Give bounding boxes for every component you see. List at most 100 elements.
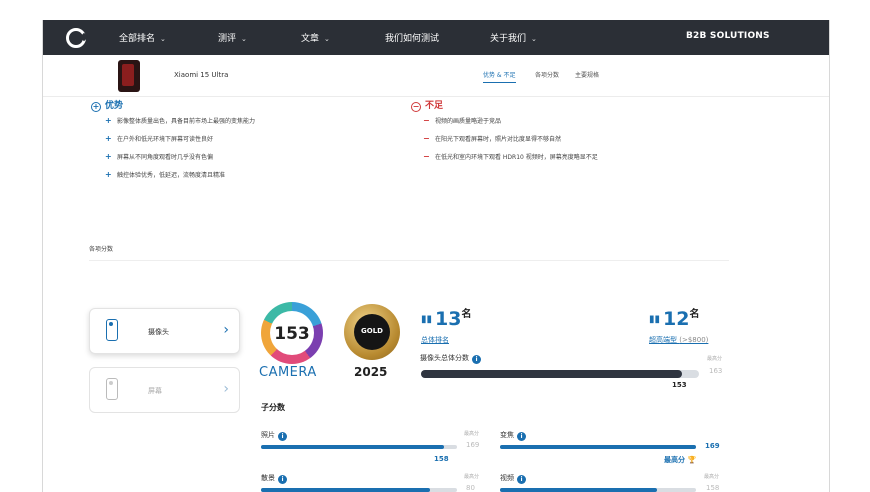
- label-text: 变焦: [500, 431, 514, 439]
- info-icon[interactable]: i: [517, 475, 526, 484]
- gold-label-badge: GOLD: [344, 304, 400, 360]
- label-text: 摄像头总体分数: [420, 354, 469, 362]
- rank-suffix: 名: [689, 309, 700, 320]
- list-item: + 屏幕从不同角度观看时几乎没有色偏: [105, 152, 255, 170]
- chevron-right-icon: ›: [223, 381, 229, 397]
- nav-b2b-solutions[interactable]: B2B SOLUTIONS: [686, 31, 770, 41]
- minus-circle-icon: −: [411, 102, 421, 112]
- category-label: 摄像头: [148, 328, 169, 336]
- nav-item-reviews[interactable]: 测评 ⌄: [218, 31, 247, 44]
- product-thumbnail[interactable]: [118, 60, 140, 92]
- overall-rank-link[interactable]: 总体排名: [421, 335, 449, 345]
- segment-rank-link[interactable]: 超高端型 (>$800): [649, 335, 708, 345]
- minus-icon: −: [423, 152, 430, 161]
- max-score-label: 最高分: [704, 474, 720, 480]
- plus-icon: +: [105, 116, 112, 125]
- nav-label: 我们如何测试: [385, 34, 440, 44]
- label-text: 视频: [500, 474, 514, 482]
- best-score-badge: 最高分 🏆: [664, 455, 696, 465]
- nav-item-rankings[interactable]: 全部排名 ⌄: [119, 31, 166, 44]
- pro-text: 触控体验优秀，低延迟，流畅度清且精准: [117, 172, 226, 179]
- con-text: 视频的画质量略逊于竞品: [435, 118, 502, 125]
- segment-rank: ▮▮ 12名: [649, 305, 699, 330]
- overall-score-track: [421, 370, 699, 378]
- divider: [89, 260, 729, 261]
- category-card-display[interactable]: 屏幕 ›: [89, 367, 240, 413]
- tab-specs[interactable]: 主要规格: [575, 70, 599, 79]
- info-icon[interactable]: i: [278, 475, 287, 484]
- subscore-track: [261, 488, 457, 492]
- plus-circle-icon: +: [91, 102, 101, 112]
- subscore-label-bokeh: 散景 i: [261, 473, 287, 484]
- chevron-down-icon: ⌄: [531, 35, 537, 43]
- dxomark-logo-icon[interactable]: [66, 28, 86, 48]
- overall-score-fill: [421, 370, 683, 378]
- label-text: 散景: [261, 474, 275, 482]
- nav-label: 全部排名: [119, 34, 156, 44]
- pro-text: 屏幕从不同角度观看时几乎没有色偏: [117, 154, 214, 161]
- rank-value: 13: [435, 308, 462, 330]
- label-text: 照片: [261, 431, 275, 439]
- chevron-down-icon: ⌄: [324, 35, 330, 43]
- plus-icon: +: [105, 152, 112, 161]
- minus-icon: −: [423, 134, 430, 143]
- chevron-down-icon: ⌄: [241, 35, 247, 43]
- rank-value: 12: [663, 308, 690, 330]
- info-icon[interactable]: i: [278, 432, 287, 441]
- subscore-label-video: 视频 i: [500, 473, 526, 484]
- chevron-down-icon: ⌄: [160, 35, 166, 43]
- list-item: − 在阳光下观看屏幕时，照片对比度显得不够自然: [423, 134, 598, 152]
- pro-text: 在户外和低光环境下屏幕可读性良好: [117, 136, 214, 143]
- tab-pros-cons[interactable]: 优势 & 不足: [483, 70, 516, 83]
- list-item: + 在户外和低光环境下屏幕可读性良好: [105, 134, 255, 152]
- scores-section-label: 各项分数: [89, 246, 114, 253]
- nav-item-about[interactable]: 关于我们 ⌄: [490, 31, 537, 44]
- badge-inner: GOLD: [354, 314, 390, 350]
- nav-label: 文章: [301, 34, 320, 44]
- subscore-track: [261, 445, 457, 449]
- category-label: 屏幕: [148, 387, 162, 395]
- gold-badge-year: 2025: [354, 365, 388, 379]
- info-icon[interactable]: i: [517, 432, 526, 441]
- info-icon[interactable]: i: [472, 355, 481, 364]
- pros-list: + 影像整体质量出色，具备目前市场上最强的变焦能力 + 在户外和低光环境下屏幕可读性…: [105, 116, 255, 188]
- overall-rank: ▮▮ 13名: [421, 305, 471, 330]
- display-phone-icon: [106, 378, 118, 400]
- badge-inner: 153: [270, 311, 314, 355]
- pros-heading: + 优势: [91, 98, 123, 112]
- tab-scores[interactable]: 各项分数: [535, 70, 559, 79]
- subscores-title: 子分数: [261, 403, 285, 412]
- cons-heading: − 不足: [411, 98, 443, 112]
- list-item: + 触控体验优秀，低延迟，流畅度清且精准: [105, 170, 255, 188]
- camera-phone-icon: [106, 319, 118, 341]
- max-score-label: 最高分: [464, 474, 480, 480]
- chevron-right-icon: ›: [223, 322, 229, 338]
- category-card-camera[interactable]: 摄像头 ›: [89, 308, 240, 354]
- gold-label: GOLD: [361, 327, 383, 335]
- trophy-icon: 🏆: [687, 456, 697, 464]
- subscore-fill: [261, 445, 445, 449]
- con-text: 在阳光下观看屏幕时，照片对比度显得不够自然: [435, 136, 562, 143]
- nav-item-how-we-test[interactable]: 我们如何测试: [385, 31, 439, 44]
- camera-score: 153: [274, 324, 310, 344]
- max-score-label: 最高分: [464, 431, 480, 437]
- subscore-track: [500, 445, 696, 449]
- list-item: − 在低光和室内环境下观看 HDR10 视频时，屏幕亮度略显不足: [423, 152, 598, 170]
- overall-camera-score-label: 摄像头总体分数 i: [420, 353, 481, 364]
- list-item: − 视频的画质量略逊于竞品: [423, 116, 598, 134]
- max-score-label: 最高分: [707, 356, 723, 362]
- top-nav: 全部排名 ⌄ 测评 ⌄ 文章 ⌄ 我们如何测试 关于我们 ⌄ B2B SOLUTIONS: [43, 20, 829, 55]
- product-name: Xiaomi 15 Ultra: [174, 71, 229, 79]
- best-text: 最高分: [664, 456, 685, 464]
- subscore-fill: [500, 445, 696, 449]
- subscore-track: [500, 488, 696, 492]
- con-text: 在低光和室内环境下观看 HDR10 视频时，屏幕亮度略显不足: [435, 154, 598, 161]
- subscore-value: 158: [434, 455, 449, 463]
- page-frame: 全部排名 ⌄ 测评 ⌄ 文章 ⌄ 我们如何测试 关于我们 ⌄ B2B SOLUTIONS…: [42, 20, 830, 492]
- pros-heading-text: 优势: [105, 101, 124, 111]
- subscore-label-zoom: 变焦 i: [500, 430, 526, 441]
- nav-item-articles[interactable]: 文章 ⌄: [301, 31, 330, 44]
- bar-chart-icon: ▮▮: [649, 314, 661, 325]
- nav-label: 测评: [218, 34, 237, 44]
- max-score-value: 158: [706, 484, 720, 492]
